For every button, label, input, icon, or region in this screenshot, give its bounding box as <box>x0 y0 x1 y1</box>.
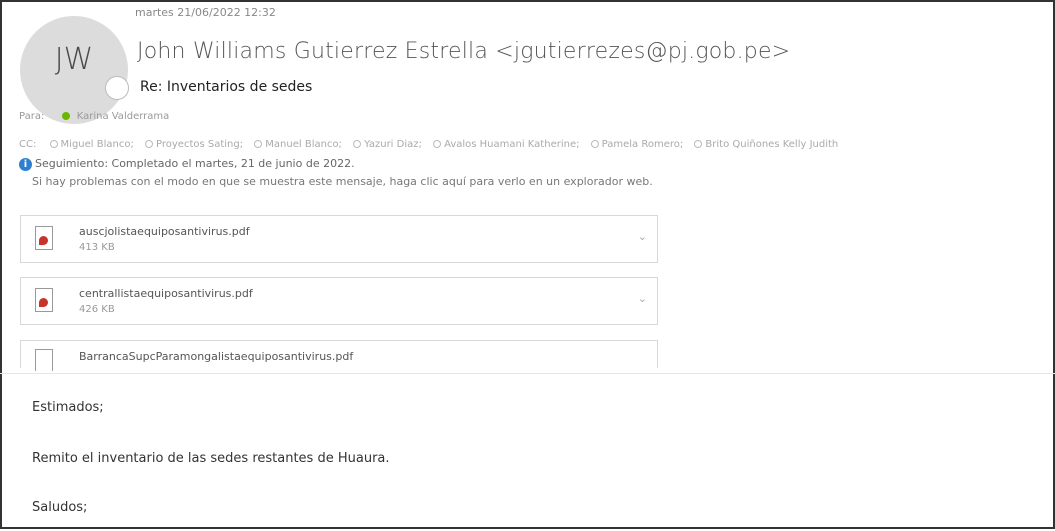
to-recipient[interactable]: Karina Valderrama <box>77 111 170 122</box>
sender-name[interactable]: John Williams Gutierrez Estrella <jgutie… <box>137 39 790 64</box>
cc-recipient[interactable]: Proyectos Sating; <box>145 139 243 150</box>
attachment-name: auscjolistaequiposantivirus.pdf <box>79 225 250 238</box>
presence-unknown-icon <box>694 140 703 148</box>
cc-recipient[interactable]: Brito Quiñones Kelly Judith <box>694 139 838 150</box>
info-icon: i <box>19 157 32 171</box>
email-date: martes 21/06/2022 12:32 <box>135 6 276 19</box>
tracking-info[interactable]: i Seguimiento: Completado el martes, 21 d… <box>19 157 355 171</box>
pdf-file-icon <box>35 226 53 250</box>
attachment-size: 413 KB <box>79 242 115 253</box>
body-closing: Saludos; <box>32 500 88 515</box>
attachment-size: 426 KB <box>79 304 115 315</box>
presence-unknown-icon <box>49 140 58 148</box>
to-row: Para: Karina Valderrama <box>19 111 169 122</box>
tracking-text: Seguimiento: Completado el martes, 21 de… <box>35 157 355 170</box>
attachment-item[interactable]: auscjolistaequiposantivirus.pdf 413 KB ⌄ <box>20 215 658 263</box>
presence-unknown-icon <box>254 140 263 148</box>
presence-unknown-icon <box>353 140 362 148</box>
file-icon <box>35 349 53 371</box>
cc-recipient[interactable]: Yazuri Diaz; <box>353 139 422 150</box>
attachment-name: BarrancaSupcParamongalistaequiposantivir… <box>79 350 354 363</box>
cc-row: CC: Miguel Blanco; Proyectos Sating; Man… <box>19 139 846 150</box>
cc-recipient[interactable]: Manuel Blanco; <box>254 139 342 150</box>
avatar-initials: JW <box>54 42 94 77</box>
presence-available-icon <box>61 112 70 120</box>
to-label: Para: <box>19 111 45 122</box>
attachment-item[interactable]: centrallistaequiposantivirus.pdf 426 KB … <box>20 277 658 325</box>
attachment-item[interactable]: BarrancaSupcParamongalistaequiposantivir… <box>20 340 658 371</box>
cc-recipient[interactable]: Pamela Romero; <box>590 139 683 150</box>
cc-label: CC: <box>19 139 37 150</box>
presence-unknown-icon <box>145 140 154 148</box>
attachments-divider <box>0 373 1055 374</box>
pdf-file-icon <box>35 288 53 312</box>
presence-icon <box>105 76 129 100</box>
chevron-down-icon[interactable]: ⌄ <box>638 230 647 243</box>
body-greeting: Estimados; <box>32 400 104 415</box>
cc-recipient[interactable]: Avalos Huamani Katherine; <box>433 139 579 150</box>
email-subject: Re: Inventarios de sedes <box>140 79 313 95</box>
chevron-down-icon[interactable]: ⌄ <box>638 292 647 305</box>
cc-recipient[interactable]: Miguel Blanco; <box>49 139 134 150</box>
attachment-name: centrallistaequiposantivirus.pdf <box>79 287 253 300</box>
presence-unknown-icon <box>433 140 442 148</box>
body-message: Remito el inventario de las sedes restan… <box>32 451 390 466</box>
display-notice[interactable]: Si hay problemas con el modo en que se m… <box>32 175 653 188</box>
avatar[interactable]: JW <box>20 16 128 124</box>
presence-unknown-icon <box>590 140 599 148</box>
